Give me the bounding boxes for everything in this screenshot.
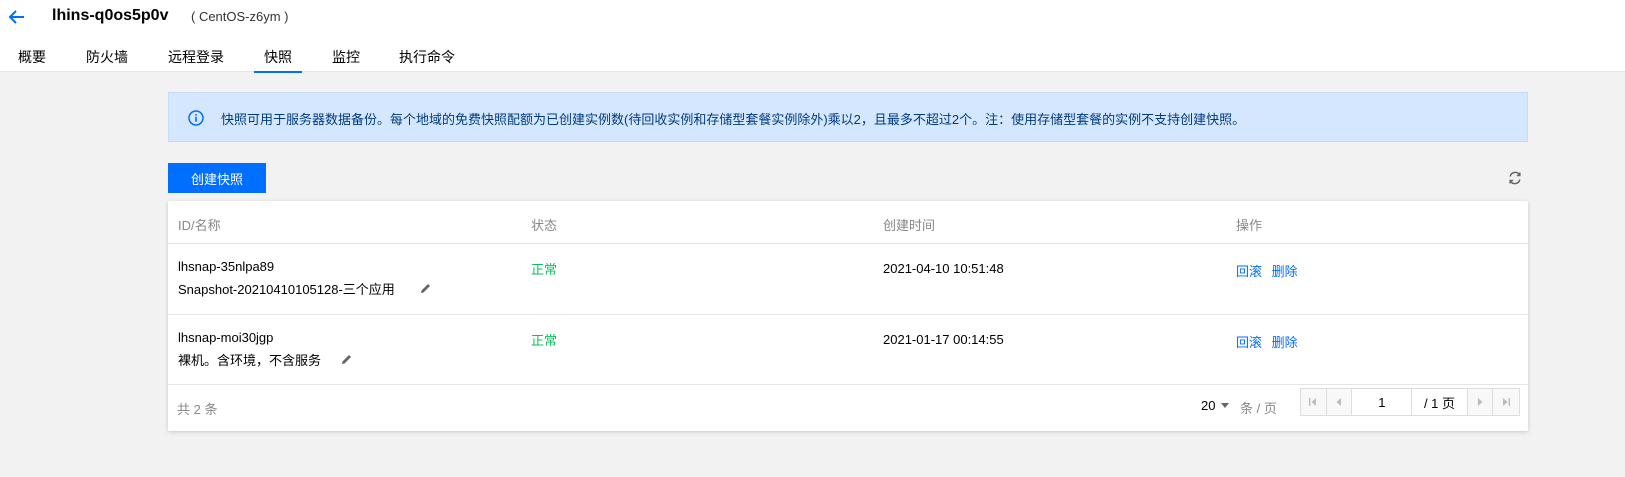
edit-pencil-icon[interactable] [419,282,432,295]
rollback-link[interactable]: 回滚 [1236,335,1262,350]
prev-page-icon[interactable] [1326,389,1353,415]
back-arrow-icon[interactable] [6,6,28,28]
instance-name: lhins-q0os5p0v [52,7,169,24]
column-header-created: 创建时间 [883,218,936,233]
delete-link[interactable]: 删除 [1272,335,1298,350]
rollback-link[interactable]: 回滚 [1236,264,1262,279]
info-icon [188,110,204,126]
tab-label: 执行命令 [399,49,455,65]
divider [168,384,1528,385]
delete-link[interactable]: 删除 [1272,264,1298,279]
column-header-id-name: ID/名称 [178,218,221,233]
info-notice: 快照可用于服务器数据备份。每个地域的免费快照配额为已创建实例数(待回收实例和存储… [168,92,1528,142]
tab-label: 远程登录 [168,49,224,65]
divider [168,314,1528,315]
column-header-status: 状态 [531,218,558,233]
caret-down-icon [1221,403,1230,408]
snapshot-id: lhsnap-moi30jgp [178,330,274,345]
total-count: 共 2 条 [177,402,218,417]
snapshot-id: lhsnap-35nlpa89 [178,259,275,274]
column-header-actions: 操作 [1236,218,1263,233]
next-page-icon[interactable] [1467,389,1494,415]
tab-firewall[interactable]: 防火墙 [86,47,128,72]
create-snapshot-button[interactable]: 创建快照 [168,163,266,193]
tab-label: 防火墙 [86,49,128,65]
instance-os: ( CentOS-z6ym ) [191,9,289,24]
tab-label: 快照 [264,49,292,65]
snapshot-name: Snapshot-20210410105128-三个应用 [178,282,395,297]
edit-pencil-icon[interactable] [340,353,353,366]
snapshot-table: ID/名称 状态 创建时间 操作 lhsnap-35nlpa89 Snapsho… [168,201,1528,431]
created-time: 2021-01-17 00:14:55 [883,332,1004,347]
tab-remote-login[interactable]: 远程登录 [168,47,224,72]
tab-execute-command[interactable]: 执行命令 [399,47,455,72]
pager: / 1 页 [1300,388,1520,416]
refresh-icon[interactable] [1507,170,1523,186]
divider [168,243,1528,244]
tab-overview[interactable]: 概要 [18,47,46,72]
page-size-unit: 条 / 页 [1240,401,1277,416]
tab-label: 概要 [18,49,46,65]
page-header: lhins-q0os5p0v ( CentOS-z6ym ) 概要 防火墙 远程… [0,0,1625,73]
tab-label: 监控 [332,49,360,65]
first-page-icon[interactable] [1301,389,1327,415]
tab-monitor[interactable]: 监控 [332,47,360,72]
page-number-input[interactable] [1352,389,1413,415]
created-time: 2021-04-10 10:51:48 [883,261,1004,276]
status-badge: 正常 [531,262,558,277]
tab-snapshot[interactable]: 快照 [254,47,302,73]
notice-text: 快照可用于服务器数据备份。每个地域的免费快照配额为已创建实例数(待回收实例和存储… [221,112,1246,127]
status-badge: 正常 [531,333,558,348]
page-size-value: 20 [1201,398,1216,413]
snapshot-name: 裸机。含环境，不含服务 [178,353,322,368]
active-tab-indicator [254,71,302,73]
last-page-icon[interactable] [1493,389,1519,415]
total-pages: / 1 页 [1412,389,1468,415]
page-size-select[interactable]: 20 [1201,398,1230,413]
